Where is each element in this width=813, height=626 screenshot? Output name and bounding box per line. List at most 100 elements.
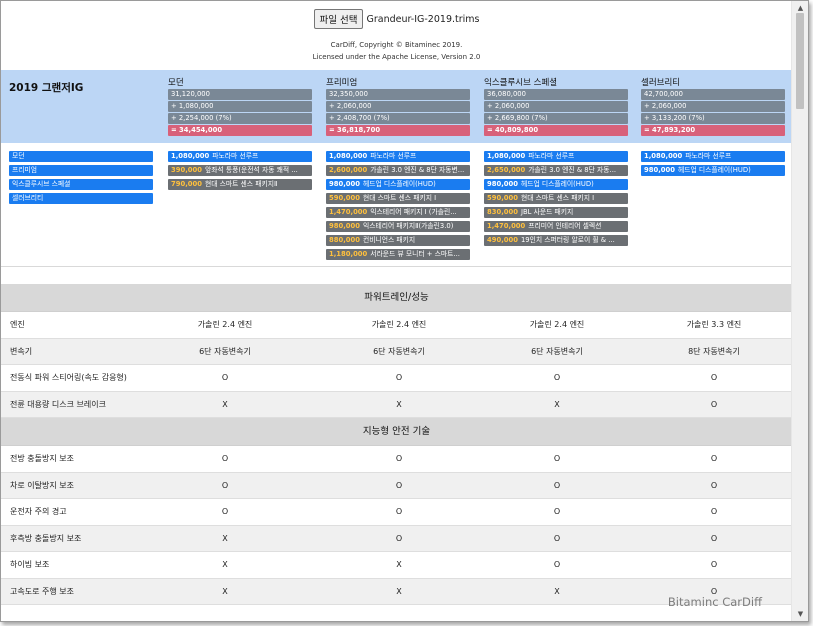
- spec-value: O: [553, 454, 561, 463]
- option-name: 가솔린 3.0 엔진 & 8단 자동...: [528, 166, 617, 174]
- spec-value: X: [396, 399, 402, 409]
- option-tag[interactable]: 790,000 현대 스마트 센스 패키지Ⅱ: [168, 179, 312, 190]
- spec-value: X: [554, 586, 560, 596]
- option-name: 헤드업 디스플레이(HUD): [520, 180, 594, 188]
- spec-value: O: [395, 507, 403, 516]
- scrollbar-thumb[interactable]: [796, 13, 804, 109]
- option-tag[interactable]: 2,650,000 가솔린 3.0 엔진 & 8단 자동...: [484, 165, 628, 176]
- option-tag[interactable]: 980,000 헤드업 디스플레이(HUD): [326, 179, 470, 190]
- options-price-bar: + 2,060,000: [641, 101, 785, 112]
- spec-row: 차로 이탈방지 보조 O O O O: [1, 472, 792, 499]
- option-tag[interactable]: 1,470,000 프리미어 인테리어 셀렉션: [484, 221, 628, 232]
- option-price: 880,000: [329, 236, 360, 244]
- option-tag[interactable]: 980,000 헤드업 디스플레이(HUD): [641, 165, 785, 176]
- option-name: 익스테리어 패키지Ⅱ(가솔린3.0): [362, 222, 454, 230]
- spec-value: O: [710, 480, 718, 490]
- options-price-bar: + 2,060,000: [484, 101, 628, 112]
- option-tag[interactable]: 1,080,000 파노라마 선루프: [641, 151, 785, 162]
- option-name: 파노라마 선루프: [528, 152, 575, 160]
- trim-select-item[interactable]: 익스클루시브 스페셜: [9, 179, 153, 190]
- spec-value: X: [554, 399, 560, 409]
- file-choose-button[interactable]: 파일 선택: [313, 9, 364, 29]
- spec-label: 전륜 대용량 디스크 브레이크: [10, 399, 106, 409]
- option-tag[interactable]: 1,080,000 파노라마 선루프: [326, 151, 470, 162]
- spec-value: O: [710, 399, 718, 409]
- option-price: 980,000: [487, 180, 518, 188]
- option-name: 익스테리어 패키지 I (가솔린...: [370, 208, 457, 216]
- spec-row: 엔진 가솔린 2.4 엔진 가솔린 2.4 엔진 가솔린 2.4 엔진 가솔린 3.3 …: [1, 312, 792, 339]
- spec-value: O: [553, 533, 561, 543]
- trim-price-column: 프리미엄 32,350,000 + 2,060,000 + 2,408,700 (7%…: [326, 76, 470, 137]
- spec-value: O: [710, 533, 718, 543]
- spec-value: O: [221, 507, 229, 516]
- option-price: 1,080,000: [171, 152, 210, 160]
- spec-row: 하이빔 보조 X X O O: [1, 552, 792, 579]
- option-name: 헤드업 디스플레이(HUD): [677, 166, 751, 174]
- spec-label: 전동식 파워 스티어링(속도 감응형): [10, 373, 127, 382]
- option-tag[interactable]: 980,000 익스테리어 패키지Ⅱ(가솔린3.0): [326, 221, 470, 232]
- spec-value: O: [710, 560, 718, 569]
- spec-value: O: [395, 533, 403, 543]
- trim-selector-list: 모던프리미엄익스클루시브 스페셜셀러브리티: [9, 151, 153, 207]
- base-price-bar: 31,120,000: [168, 89, 312, 100]
- option-tag[interactable]: 880,000 컨비니언스 패키지: [326, 235, 470, 246]
- spec-value: O: [553, 507, 561, 516]
- spec-value: O: [221, 373, 229, 382]
- base-price-bar: 42,700,000: [641, 89, 785, 100]
- option-tag[interactable]: 830,000 JBL 사운드 패키지: [484, 207, 628, 218]
- option-tag[interactable]: 1,470,000 익스테리어 패키지 I (가솔린...: [326, 207, 470, 218]
- scroll-down-icon[interactable]: ▼: [792, 607, 808, 621]
- total-price-bar: = 34,454,000: [168, 125, 312, 136]
- trim-name: 프리미엄: [326, 78, 358, 88]
- option-price: 590,000: [329, 194, 360, 202]
- section-header: 지능형 안전 기술: [1, 418, 792, 446]
- app-window: 파일 선택 Grandeur-IG-2019.trims CarDiff, Cop…: [0, 0, 809, 622]
- option-tag[interactable]: 490,000 19인치 스퍼터링 알로이 휠 & ...: [484, 235, 628, 246]
- option-name: 19인치 스퍼터링 알로이 휠 & ...: [520, 236, 615, 244]
- spec-value: X: [222, 586, 228, 596]
- option-tag[interactable]: 590,000 현대 스마트 센스 패키지 I: [484, 193, 628, 204]
- section-header: 파워트레인/성능: [1, 284, 792, 312]
- trim-select-item[interactable]: 프리미엄: [9, 165, 153, 176]
- spec-value: O: [395, 454, 403, 463]
- spec-label: 차로 이탈방지 보조: [10, 480, 74, 490]
- option-tag[interactable]: 1,180,000 서라운드 뷰 모니터 + 스마트...: [326, 249, 470, 260]
- options-price-bar: + 2,060,000: [326, 101, 470, 112]
- option-price: 980,000: [329, 222, 360, 230]
- trim-select-item[interactable]: 셀러브리티: [9, 193, 153, 204]
- option-price: 2,650,000: [487, 166, 526, 174]
- spec-value: 6단 자동변속기: [373, 346, 425, 356]
- option-tag[interactable]: 1,080,000 파노라마 선루프: [484, 151, 628, 162]
- spec-value: O: [221, 454, 229, 463]
- option-tag[interactable]: 980,000 헤드업 디스플레이(HUD): [484, 179, 628, 190]
- option-price: 590,000: [487, 194, 518, 202]
- spec-comparison-table: 파워트레인/성능 엔진 가솔린 2.4 엔진 가솔린 2.4 엔진 가솔린 2.4 엔진…: [1, 284, 792, 605]
- spec-value: O: [553, 560, 561, 569]
- spec-value: O: [710, 454, 718, 463]
- spec-value: O: [553, 480, 561, 490]
- option-tag[interactable]: 590,000 현대 스마트 센스 패키지 I: [326, 193, 470, 204]
- spec-value: 가솔린 2.4 엔진: [529, 320, 585, 329]
- option-price: 830,000: [487, 208, 518, 216]
- vertical-scrollbar[interactable]: ▲ ▼: [791, 1, 808, 621]
- price-summary: 2019 그랜저IG 모던 31,120,000 + 1,080,000 + 2,25…: [1, 70, 792, 143]
- option-tag[interactable]: 1,080,000 파노라마 선루프: [168, 151, 312, 162]
- credit-text: CarDiff, Copyright © Bitaminec 2019. Lic…: [1, 39, 792, 63]
- option-name: 프리미어 인테리어 셀렉션: [528, 222, 602, 230]
- tax-price-bar: + 2,669,800 (7%): [484, 113, 628, 124]
- options-price-bar: + 1,080,000: [168, 101, 312, 112]
- license-line: Licensed under the Apache License, Versi…: [312, 53, 481, 61]
- spec-value: X: [222, 560, 228, 569]
- trim-price-column: 셀러브리티 42,700,000 + 2,060,000 + 3,133,200 (7…: [641, 76, 785, 137]
- option-tag[interactable]: 2,600,000 가솔린 3.0 엔진 & 8단 자동변...: [326, 165, 470, 176]
- option-name: 현대 스마트 센스 패키지 I: [520, 194, 595, 202]
- trim-select-item[interactable]: 모던: [9, 151, 153, 162]
- option-price: 1,470,000: [487, 222, 526, 230]
- option-tag[interactable]: 390,000 앞좌석 통풍(운전석 자동 쾌적 ...: [168, 165, 312, 176]
- spec-value: X: [396, 560, 402, 569]
- trim-price-column: 모던 31,120,000 + 1,080,000 + 2,254,000 (7%) =…: [168, 76, 312, 137]
- spec-row: 후측방 충돌방지 보조 X O O O: [1, 525, 792, 552]
- total-price-bar: = 40,809,800: [484, 125, 628, 136]
- base-price-bar: 32,350,000: [326, 89, 470, 100]
- spec-value: O: [710, 373, 718, 382]
